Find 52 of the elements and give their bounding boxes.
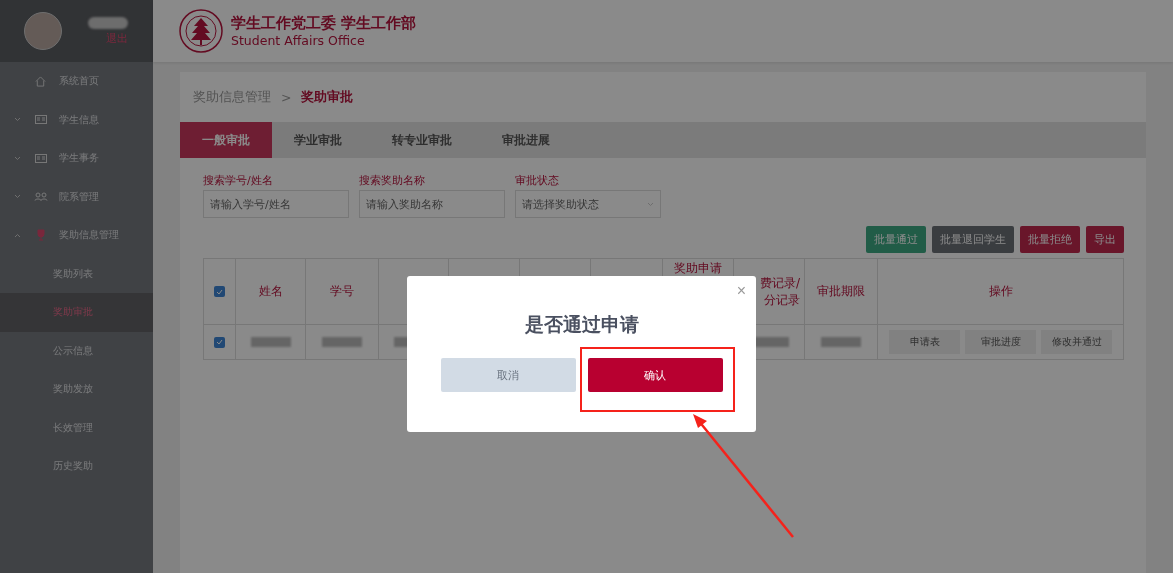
chevron-down-icon: [13, 117, 21, 123]
column-header: 姓名: [258, 283, 283, 300]
column-header: 学号: [330, 283, 354, 300]
checkbox[interactable]: [214, 336, 225, 348]
home-icon: [35, 75, 46, 87]
column-header: 费记录/: [759, 274, 800, 292]
checkmark-icon: [216, 288, 223, 295]
column-header: 操作: [988, 283, 1013, 300]
column-header: 审批期限: [817, 283, 865, 300]
cancel-button[interactable]: 取消: [440, 358, 576, 392]
group-icon: [33, 192, 48, 202]
chevron-down-icon: [13, 155, 21, 161]
row-action-button[interactable]: 修改并通过: [1041, 330, 1112, 354]
tab[interactable]: 转专业审批: [370, 122, 474, 158]
chevron-down-icon: [647, 201, 654, 207]
redacted-value: [322, 337, 362, 347]
row-action-button[interactable]: 审批进度: [965, 330, 1036, 354]
university-logo: [179, 9, 223, 53]
tab[interactable]: 学业审批: [272, 122, 364, 158]
action-button[interactable]: 批量通过: [866, 226, 926, 253]
chevron-down-icon: [13, 194, 21, 200]
id-card-icon: [34, 153, 47, 163]
action-button[interactable]: 批量拒绝: [1020, 226, 1080, 253]
breadcrumb-separator: >: [281, 89, 292, 105]
site-subtitle: Student Affairs Office: [231, 33, 366, 48]
confirm-button[interactable]: 确认: [587, 358, 723, 392]
column-header: 分记录: [764, 291, 800, 309]
tab[interactable]: 审批进展: [480, 122, 572, 158]
input-field[interactable]: 请输入学号/姓名: [203, 190, 349, 218]
input-field[interactable]: 请输入奖助名称: [359, 190, 505, 218]
id-card-icon: [34, 115, 47, 125]
close-button[interactable]: ×: [736, 282, 746, 300]
site-title: 学生工作党工委 学生工作部: [231, 14, 417, 33]
avatar: [24, 12, 62, 50]
checkbox[interactable]: [214, 286, 225, 297]
trophy-icon: [35, 229, 46, 242]
tab[interactable]: 一般审批: [180, 122, 272, 158]
filter-label: 搜索奖助名称: [359, 173, 426, 188]
checkmark-icon: [216, 339, 223, 345]
row-action-button[interactable]: 申请表: [889, 330, 960, 354]
redacted-name: [88, 16, 128, 29]
column-header: 奖助申请: [674, 260, 722, 277]
redacted-value: [821, 337, 861, 347]
filter-label: 审批状态: [515, 173, 560, 188]
redacted-value: [250, 337, 291, 347]
breadcrumb-current: 奖助审批: [301, 88, 354, 106]
filter-label: 搜索学号/姓名: [203, 173, 274, 188]
select-field[interactable]: 请选择奖助状态: [515, 190, 661, 218]
action-button[interactable]: 导出: [1086, 226, 1124, 253]
dialog-title: 是否通过申请: [524, 312, 639, 337]
action-button[interactable]: 批量退回学生: [932, 226, 1014, 253]
chevron-up-icon: [13, 232, 21, 238]
